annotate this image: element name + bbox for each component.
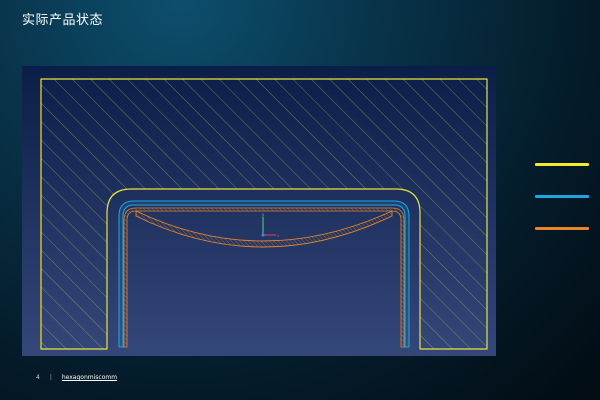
- slide-title: 实际产品状态: [22, 13, 104, 28]
- legend-blue-swatch: [535, 195, 589, 198]
- cad-viewport: y x: [22, 66, 496, 356]
- footer-separator: |: [49, 374, 52, 381]
- legend-yellow-swatch: [535, 163, 589, 166]
- legend-orange-swatch: [535, 227, 589, 230]
- legend: [535, 163, 589, 259]
- slide-footer: 4 | hexagonmiscomm: [36, 374, 117, 381]
- page-number: 4: [36, 374, 40, 381]
- brand-text: hexagonmiscomm: [61, 374, 118, 381]
